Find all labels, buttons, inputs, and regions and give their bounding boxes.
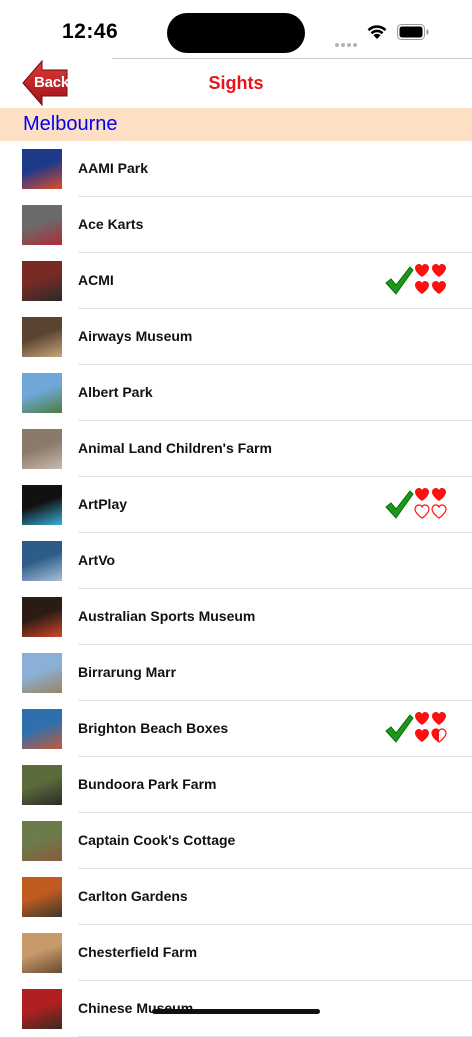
sight-name: Animal Land Children's Farm	[78, 440, 272, 456]
list-item[interactable]: Airways Museum	[0, 309, 472, 365]
heart-full-icon	[432, 712, 446, 725]
header-divider	[112, 58, 472, 59]
heart-full-icon	[432, 281, 446, 294]
checkmark-icon	[385, 490, 414, 519]
page-title: Sights	[208, 73, 264, 93]
heart-empty-icon	[414, 504, 430, 519]
heart-full-icon	[415, 729, 429, 742]
list-item[interactable]: Albert Park	[0, 365, 472, 421]
sight-name: Albert Park	[78, 384, 153, 400]
visited-rating-badge	[385, 264, 446, 295]
visited-rating-badge	[385, 712, 447, 743]
sight-name: Australian Sports Museum	[78, 608, 256, 624]
list-item[interactable]: ArtPlay	[0, 477, 472, 533]
cellular-signal-icon	[335, 34, 359, 47]
section-header: Melbourne	[0, 108, 472, 141]
list-item[interactable]: ArtVo	[0, 533, 472, 589]
heart-full-icon	[432, 264, 446, 277]
checkmark-icon	[385, 266, 414, 295]
home-indicator	[152, 1009, 320, 1014]
status-bar: 12:46	[0, 0, 472, 60]
list-item[interactable]: Bundoora Park Farm	[0, 757, 472, 813]
list-item[interactable]: Animal Land Children's Farm	[0, 421, 472, 477]
sight-name: Bundoora Park Farm	[78, 776, 217, 792]
dynamic-island	[167, 13, 305, 53]
heart-full-icon	[415, 264, 429, 277]
sight-name: ACMI	[78, 272, 114, 288]
sight-thumbnail	[22, 429, 62, 469]
status-time: 12:46	[62, 20, 119, 43]
sight-thumbnail	[22, 149, 62, 189]
sight-thumbnail	[22, 765, 62, 805]
sight-name: Airways Museum	[78, 328, 193, 344]
heart-full-icon	[415, 712, 429, 725]
sight-name: ArtVo	[78, 552, 116, 568]
checkmark-icon	[385, 714, 414, 743]
sight-thumbnail	[22, 373, 62, 413]
sight-thumbnail	[22, 709, 62, 749]
heart-full-icon	[415, 488, 429, 501]
list-item[interactable]: Brighton Beach Boxes	[0, 701, 472, 757]
sight-thumbnail	[22, 261, 62, 301]
heart-empty-icon	[431, 504, 447, 519]
sight-thumbnail	[22, 541, 62, 581]
sight-name: Carlton Gardens	[78, 888, 188, 904]
sight-thumbnail	[22, 485, 62, 525]
sight-name: Brighton Beach Boxes	[78, 720, 229, 736]
list-item[interactable]: Australian Sports Museum	[0, 589, 472, 645]
visited-rating-badge	[385, 488, 447, 519]
sight-thumbnail	[22, 933, 62, 973]
list-item[interactable]: Carlton Gardens	[0, 869, 472, 925]
sight-thumbnail	[22, 205, 62, 245]
sight-thumbnail	[22, 597, 62, 637]
sight-name: Chesterfield Farm	[78, 944, 198, 960]
sight-name: AAMI Park	[78, 160, 149, 176]
sight-thumbnail	[22, 877, 62, 917]
heart-half-icon	[431, 728, 447, 743]
sight-name: ArtPlay	[78, 496, 128, 512]
wifi-icon	[366, 23, 388, 45]
sight-name: Captain Cook's Cottage	[78, 832, 236, 848]
heart-full-icon	[432, 488, 446, 501]
sight-name: Birrarung Marr	[78, 664, 177, 680]
battery-icon	[397, 24, 429, 40]
list-item[interactable]: AAMI Park	[0, 141, 472, 197]
sight-thumbnail	[22, 653, 62, 693]
sight-thumbnail	[22, 821, 62, 861]
list-item[interactable]: Ace Karts	[0, 197, 472, 253]
list-item[interactable]: Captain Cook's Cottage	[0, 813, 472, 869]
list-item[interactable]: Birrarung Marr	[0, 645, 472, 701]
sight-thumbnail	[22, 989, 62, 1029]
sight-name: Ace Karts	[78, 216, 144, 232]
heart-full-icon	[415, 281, 429, 294]
sights-list: AAMI Park Ace Karts ACMI Airways Museum Albe…	[0, 141, 472, 1037]
section-title: Melbourne	[23, 113, 118, 135]
list-item[interactable]: ACMI	[0, 253, 472, 309]
sight-thumbnail	[22, 317, 62, 357]
list-item[interactable]: Chesterfield Farm	[0, 925, 472, 981]
navigation-bar: Back Sights	[0, 60, 472, 108]
